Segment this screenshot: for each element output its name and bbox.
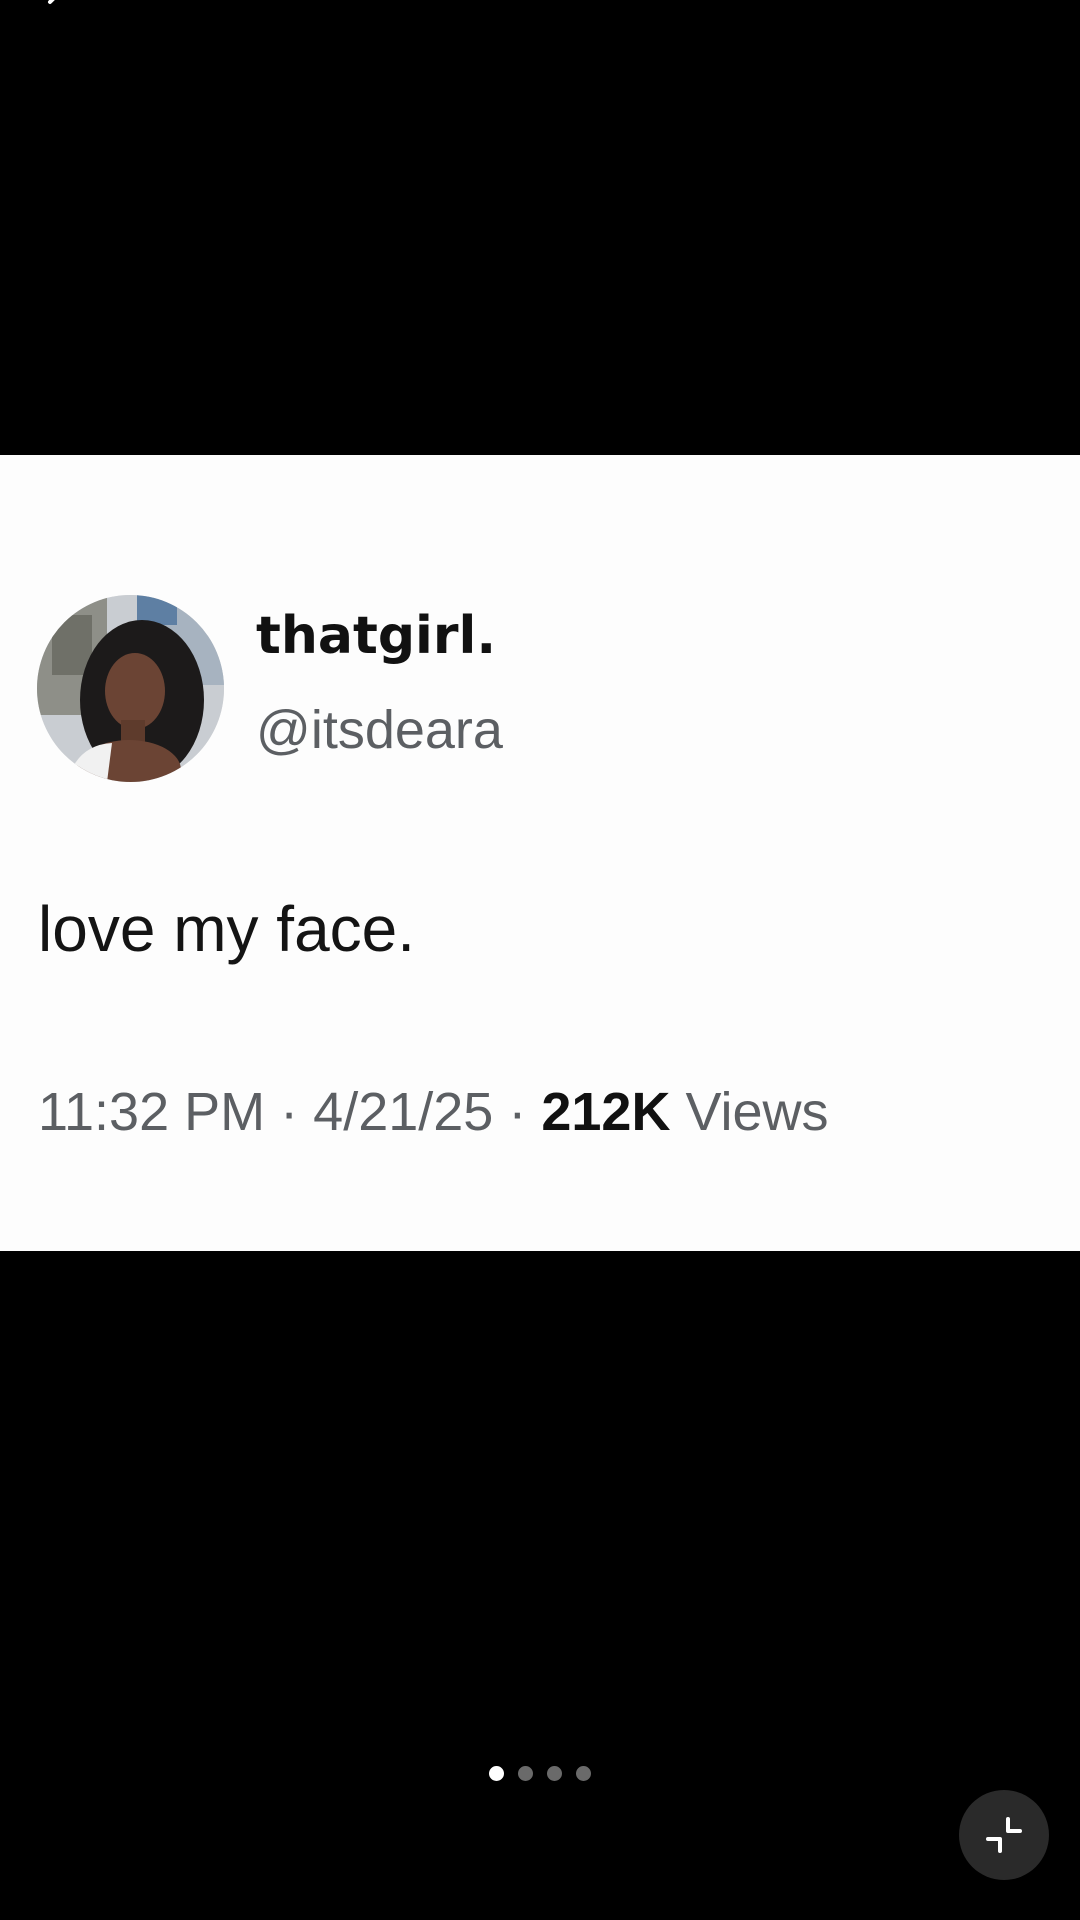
user-handle: @itsdeara (256, 700, 503, 760)
meta-separator: · (508, 1082, 527, 1142)
views-count: 212K (541, 1082, 671, 1142)
meta-separator: · (280, 1082, 299, 1142)
media-viewer: thatgirl. @itsdeara love my face. 11:32 … (0, 0, 1080, 1920)
pager-dot-2[interactable] (518, 1766, 533, 1781)
display-name: thatgirl. (256, 606, 497, 666)
back-button[interactable] (40, 0, 76, 22)
tweet-screenshot: thatgirl. @itsdeara love my face. 11:32 … (0, 455, 1080, 1251)
pager-dot-1[interactable] (489, 1766, 504, 1781)
avatar (37, 595, 224, 782)
chevron-left-icon (48, 0, 55, 4)
collapse-icon (986, 1817, 1022, 1853)
tweet-time: 11:32 PM (38, 1082, 266, 1142)
views-label: Views (685, 1082, 829, 1142)
pager-dot-3[interactable] (547, 1766, 562, 1781)
pager-dot-4[interactable] (576, 1766, 591, 1781)
collapse-button[interactable] (959, 1790, 1049, 1880)
pager-dots (0, 1766, 1080, 1782)
tweet-text: love my face. (38, 893, 416, 965)
tweet-meta: 11:32 PM · 4/21/25 · 212K Views (38, 1085, 829, 1139)
tweet-date: 4/21/25 (313, 1082, 494, 1142)
